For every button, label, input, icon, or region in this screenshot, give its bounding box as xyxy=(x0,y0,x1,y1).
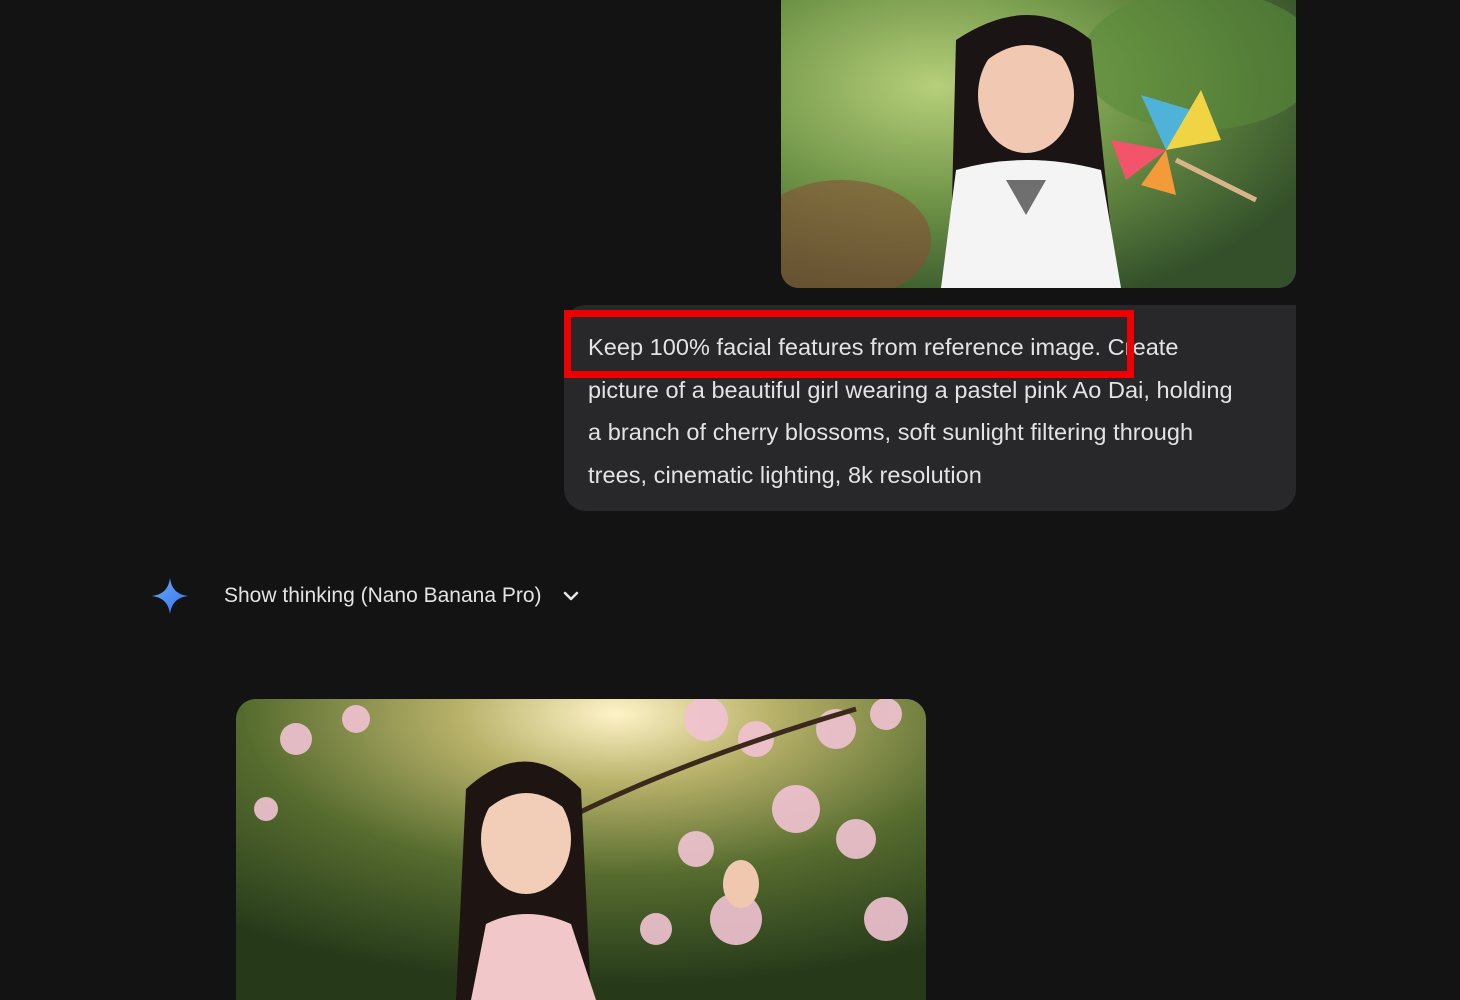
prompt-line-2: picture of a beautiful girl wearing a pa… xyxy=(588,376,1233,403)
user-prompt-bubble: Keep 100% facial features from reference… xyxy=(564,305,1296,511)
show-thinking-label: Show thinking (Nano Banana Pro) xyxy=(224,584,542,607)
gemini-sparkle-icon xyxy=(152,578,188,614)
generated-image[interactable] xyxy=(236,699,926,1000)
prompt-line-1: Keep 100% facial features from reference… xyxy=(588,334,1179,360)
chevron-down-icon[interactable] xyxy=(560,585,582,607)
show-thinking-toggle[interactable]: Show thinking (Nano Banana Pro) xyxy=(224,580,582,612)
prompt-line-4: trees, cinematic lighting, 8k resolution xyxy=(588,461,982,488)
user-prompt-text: Keep 100% facial features from reference… xyxy=(588,326,1272,496)
reference-image[interactable] xyxy=(781,0,1296,288)
prompt-line-3: a branch of cherry blossoms, soft sunlig… xyxy=(588,419,1194,445)
chat-stage: Keep 100% facial features from reference… xyxy=(0,0,1460,1000)
